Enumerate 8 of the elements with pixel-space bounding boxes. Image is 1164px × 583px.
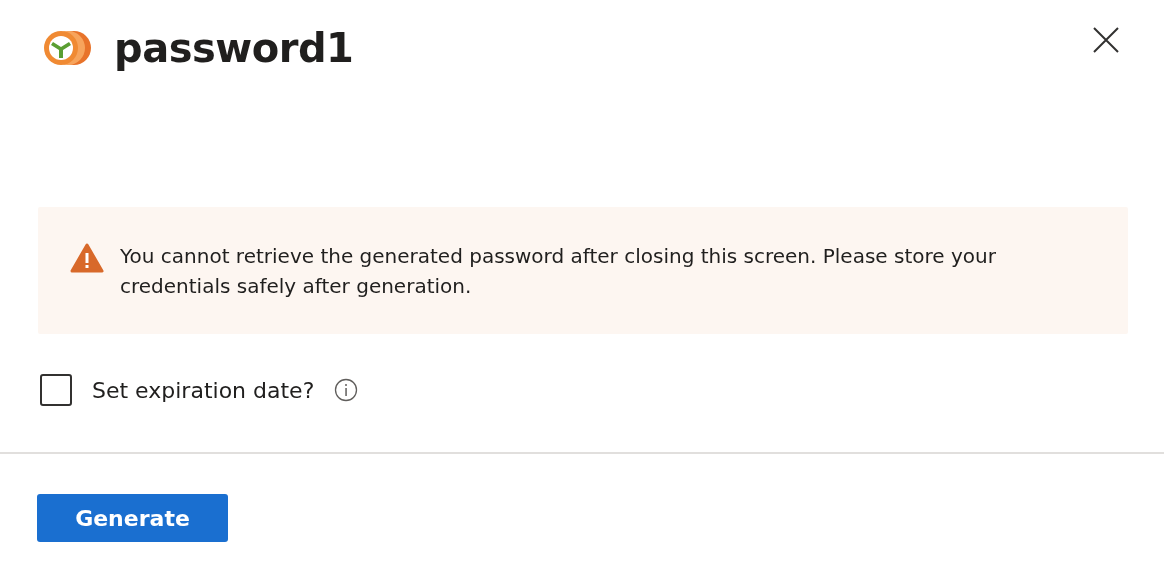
expiration-checkbox[interactable] [40, 374, 72, 406]
checkbox-label: Set expiration date? [92, 377, 315, 403]
generate-button[interactable]: Generate [37, 494, 228, 542]
warning-icon [70, 243, 104, 273]
warning-message: You cannot retrieve the generated password after closing this screen. Please store your credentials safely after generation. [120, 242, 997, 300]
close-button[interactable] [1092, 26, 1120, 54]
dialog-title: password1 [114, 25, 355, 71]
info-icon[interactable] [334, 378, 359, 402]
